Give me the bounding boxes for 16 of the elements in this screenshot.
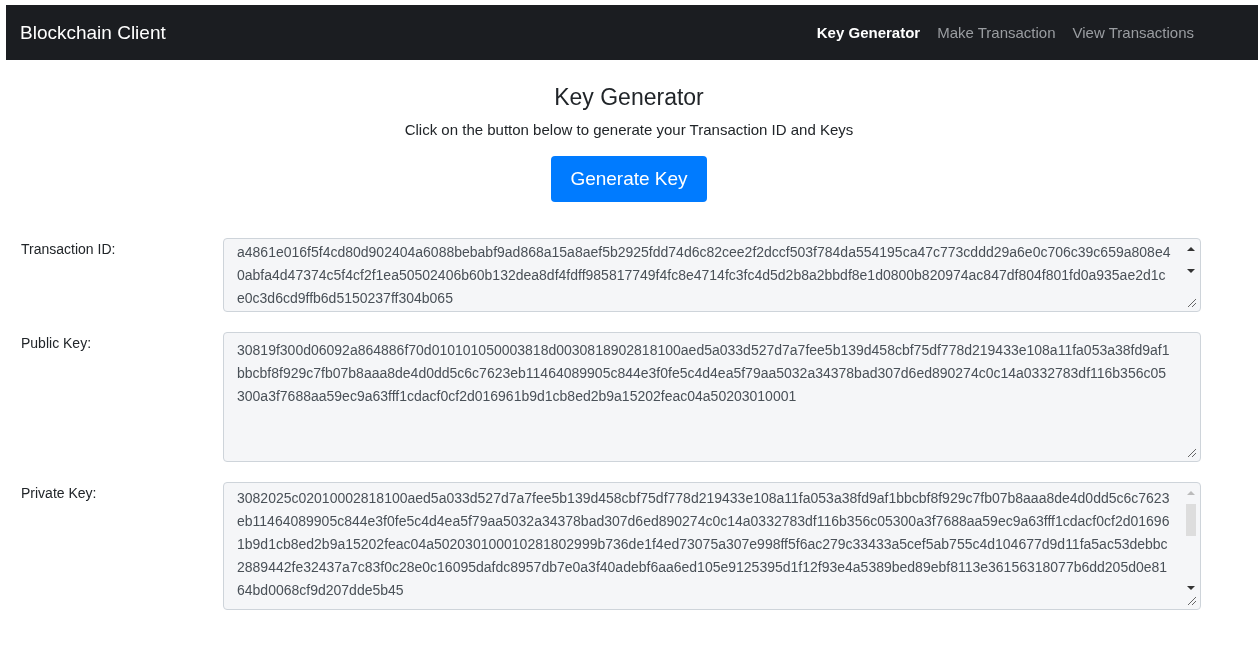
- instruction-text: Click on the button below to generate your Transaction ID and Keys: [404, 121, 854, 138]
- nav-link[interactable]: Make Transaction: [937, 24, 1056, 41]
- resize-grip-icon[interactable]: [1187, 448, 1197, 458]
- brand-title[interactable]: Blockchain Client: [20, 21, 166, 44]
- nav-link[interactable]: View Transactions: [1072, 24, 1194, 41]
- key-textarea[interactable]: 3082025c02010002818100aed5a033d527d7a7fee5b139d458cbf75df778d219433e108a11fa053a38fd9af1bbcbf8f929c7fb07b8aaa8de4d0dd5c6c7623eb11464089905c844e3f0fe5c4d4ea5f79aa5032a34378bad307d6ed890274c0c14a0332783df116b356c05300a3f7688aa59ec9a63fff1cdacf0cf2d016961b9d1cb8ed2b9a15202feac04a502030100010281802999b736de1f4ed73075a307e998ff5f6ac279c33433a5cef5ab755c4d104677d9d11fa5ac53debbc2889442fe32437a7c83f0c28e0c16095dafdc8957db7e0a3f40adebf6aa6ed105e9125395d1f12f93e4a5389bed89ebf8113e36156318077b6dd205d0e8164bd0068cf9d207dde5b45: [223, 482, 1201, 610]
- nav-link[interactable]: Key Generator: [816, 24, 921, 41]
- key-textarea[interactable]: a4861e016f5f4cd80d902404a6088bebabf9ad868a15a8aef5b2925fdd74d6c82cee2f2dccf503f784da554195ca47c773cddd29a6e0c706c39c659a808e40abfa4d47374c5f4cf2f1ea50502406b60b132dea8df4fdff985817749f4fc8e4714fc3fc4d5d2b8a2bbdf8e1d0800b820974ac847df804f801fd0a935ae2d1ce0c3d6cd9ffb6d5150237ff304b065: [223, 238, 1201, 312]
- resize-grip-icon[interactable]: [1187, 298, 1197, 308]
- key-textarea[interactable]: 30819f300d06092a864886f70d010101050003818d0030818902818100aed5a033d527d7a7fee5b139d458cbf75df778d219433e108a11fa053a38fd9af1bbcbf8f929c7fb07b8aaa8de4d0dd5c6c7623eb11464089905c844e3f0fe5c4d4ea5f79aa5032a34378bad307d6ed890274c0c14a0332783df116b356c05300a3f7688aa59ec9a63fff1cdacf0cf2d016961b9d1cb8ed2b9a15202feac04a50203010001: [223, 332, 1201, 462]
- field-label: Private Key:: [21, 484, 98, 503]
- field-label: Public Key:: [21, 334, 93, 353]
- resize-grip-icon[interactable]: [1187, 596, 1197, 606]
- field-label: Transaction ID:: [21, 240, 117, 259]
- page-heading: Key Generator: [554, 84, 704, 111]
- generate-key-button[interactable]: Generate Key: [551, 156, 707, 202]
